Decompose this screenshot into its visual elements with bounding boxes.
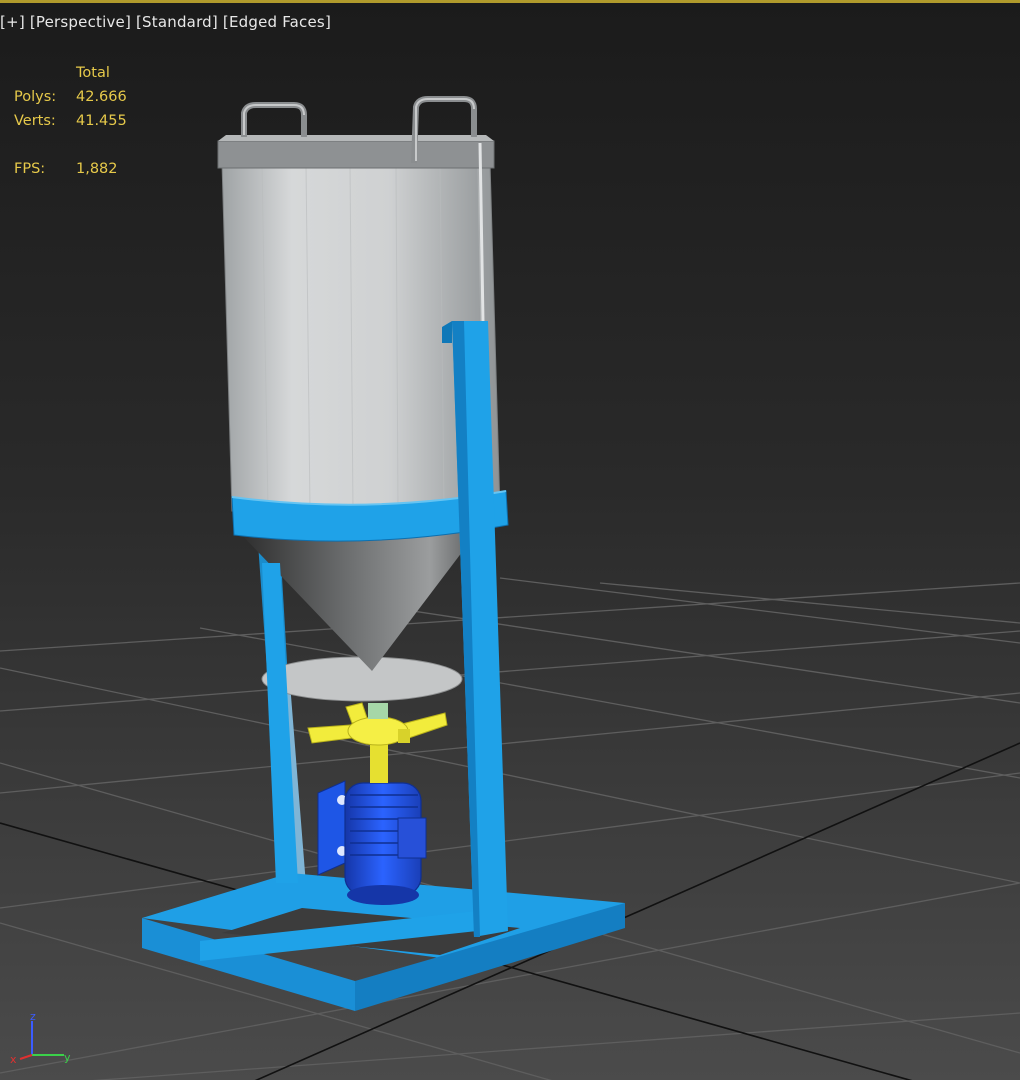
viewport-statistics: Total Polys: 42.666 Verts: 41.455 FPS: 1,88… xyxy=(14,61,127,181)
viewport-label-menu: [+] [Perspective] [Standard] [Edged Face… xyxy=(0,13,331,31)
axis-tripod-icon: z x y xyxy=(10,1010,71,1066)
fps-value: 1,882 xyxy=(76,161,118,177)
polys-value: 42.666 xyxy=(76,89,127,105)
verts-value: 41.455 xyxy=(76,113,127,129)
axis-z-label: z xyxy=(30,1010,36,1023)
impeller[interactable] xyxy=(307,702,448,783)
axis-y-label: y xyxy=(64,1051,71,1064)
viewport-shading-menu[interactable]: [Standard] xyxy=(136,13,218,31)
fps-label: FPS: xyxy=(14,161,46,177)
polys-label: Polys: xyxy=(14,89,57,105)
axis-x-label: x xyxy=(10,1053,17,1066)
viewport-view-menu[interactable]: [Perspective] xyxy=(30,13,131,31)
tray-plate[interactable] xyxy=(261,656,463,702)
viewport-plus-menu[interactable]: [+] xyxy=(0,13,25,31)
perspective-viewport[interactable]: [+] [Perspective] [Standard] [Edged Face… xyxy=(0,0,1020,1080)
verts-label: Verts: xyxy=(14,113,56,129)
ground-grid xyxy=(0,577,1020,1080)
scene-canvas[interactable] xyxy=(0,3,1020,1080)
stats-header: Total xyxy=(76,65,110,81)
viewport-display-mode-menu[interactable]: [Edged Faces] xyxy=(223,13,331,31)
